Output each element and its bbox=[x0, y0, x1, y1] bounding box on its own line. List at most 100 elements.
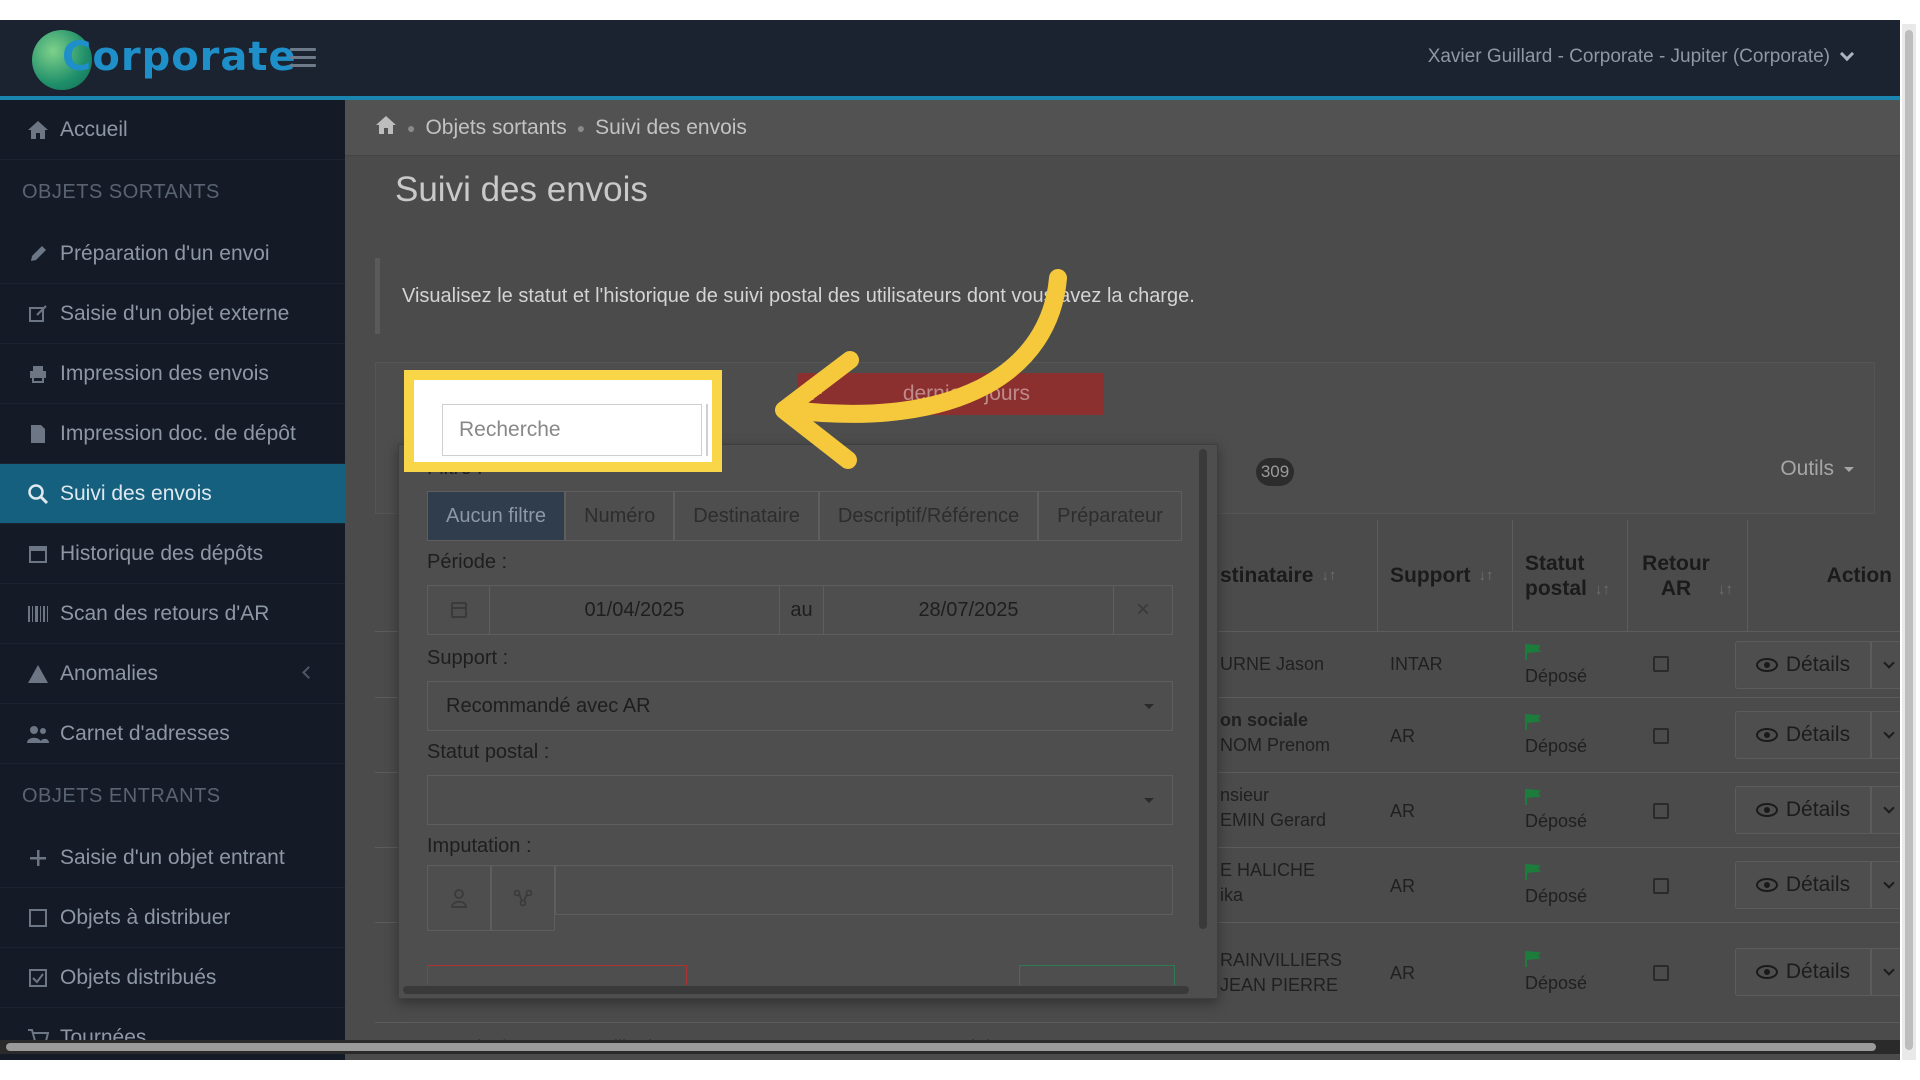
user-picker-button[interactable] bbox=[427, 865, 491, 931]
hierarchy-picker-button[interactable] bbox=[491, 865, 555, 931]
filter-option-recipient[interactable]: Destinataire bbox=[674, 491, 819, 541]
sidebar-item-label: Saisie d'un objet externe bbox=[60, 301, 290, 325]
cell-recipient: E HALICHE bbox=[1220, 860, 1316, 880]
reset-button[interactable] bbox=[427, 965, 687, 985]
chevron-down-icon bbox=[1883, 964, 1895, 976]
clear-dates-icon[interactable]: × bbox=[1114, 586, 1172, 634]
sidebar-item-historique[interactable]: Historique des dépôts bbox=[0, 524, 345, 584]
cell-recipient: RAINVILLIERS bbox=[1220, 950, 1343, 970]
app-logo[interactable]: Corporate bbox=[32, 26, 296, 92]
hamburger-menu-icon[interactable] bbox=[290, 48, 316, 68]
chevron-down-icon bbox=[1839, 46, 1855, 62]
ar-checkbox[interactable] bbox=[1653, 728, 1669, 744]
cell-support: AR bbox=[1390, 963, 1416, 983]
breadcrumb-item-objets-sortants[interactable]: Objets sortants bbox=[425, 116, 566, 140]
search-icon bbox=[26, 483, 50, 505]
recent-days-label: derniers jours bbox=[902, 382, 1031, 405]
sidebar-item-preparation[interactable]: Préparation d'un envoi bbox=[0, 224, 345, 284]
details-button[interactable]: Détails bbox=[1735, 861, 1871, 909]
status-select[interactable] bbox=[427, 775, 1173, 825]
details-button[interactable]: Détails bbox=[1735, 948, 1871, 996]
panel-scrollbar-horizontal[interactable] bbox=[403, 986, 1189, 994]
details-button[interactable]: Détails bbox=[1735, 711, 1871, 759]
sidebar-item-distribues[interactable]: Objets distribués bbox=[0, 948, 345, 1008]
column-header-status[interactable]: Statut postal ↓↑ bbox=[1512, 520, 1627, 632]
users-icon bbox=[26, 723, 50, 745]
imputation-input[interactable] bbox=[555, 865, 1173, 915]
sidebar-item-label: Objets à distribuer bbox=[60, 905, 231, 929]
sort-icon: ↓↑ bbox=[1717, 581, 1733, 598]
scrollbar-thumb[interactable] bbox=[1905, 30, 1913, 1050]
tools-label: Outils bbox=[1780, 457, 1834, 480]
sidebar-item-label: Impression des envois bbox=[60, 361, 269, 385]
sort-icon: ↓↑ bbox=[1594, 581, 1610, 598]
column-header-label: stinataire bbox=[1220, 564, 1314, 588]
breadcrumb-separator: ● bbox=[576, 119, 586, 136]
ar-checkbox[interactable] bbox=[1653, 878, 1669, 894]
details-menu-toggle[interactable] bbox=[1871, 861, 1900, 909]
user-menu[interactable]: Xavier Guillard - Corporate - Jupiter (C… bbox=[1428, 46, 1855, 68]
ar-checkbox[interactable] bbox=[1653, 803, 1669, 819]
scrollbar-thumb[interactable] bbox=[6, 1043, 1876, 1051]
filter-type-segmented: Aucun filtre Numéro Destinataire Descrip… bbox=[427, 491, 1182, 541]
filter-option-description[interactable]: Descriptif/Référence bbox=[818, 491, 1039, 541]
cell-status: Déposé bbox=[1525, 947, 1587, 996]
column-header-label: Support bbox=[1390, 564, 1471, 588]
sidebar-item-a-distribuer[interactable]: Objets à distribuer bbox=[0, 888, 345, 948]
sidebar-item-label: Impression doc. de dépôt bbox=[60, 421, 296, 445]
ar-checkbox[interactable] bbox=[1653, 656, 1669, 672]
warning-icon bbox=[26, 663, 50, 685]
imputation-row bbox=[427, 865, 1173, 931]
filter-option-none[interactable]: Aucun filtre bbox=[427, 491, 566, 541]
cell-status: Déposé bbox=[1525, 710, 1587, 759]
sidebar-item-anomalies[interactable]: Anomalies bbox=[0, 644, 345, 704]
document-icon bbox=[26, 423, 50, 445]
support-select[interactable]: Recommandé avec AR bbox=[427, 681, 1173, 731]
apply-button[interactable] bbox=[1019, 965, 1175, 985]
sidebar-item-impression-depot[interactable]: Impression doc. de dépôt bbox=[0, 404, 345, 464]
sidebar-item-suivi-envois[interactable]: Suivi des envois bbox=[0, 464, 345, 524]
column-header-ar[interactable]: Retour AR ↓↑ bbox=[1627, 520, 1747, 632]
period-range: 01/04/2025 au 28/07/2025 × bbox=[427, 585, 1173, 635]
details-menu-toggle[interactable] bbox=[1871, 948, 1900, 996]
tools-dropdown[interactable]: Outils bbox=[1780, 457, 1854, 481]
user-icon bbox=[451, 889, 467, 908]
sidebar-item-scan-ar[interactable]: Scan des retours d'AR bbox=[0, 584, 345, 644]
details-menu-toggle[interactable] bbox=[1871, 641, 1900, 689]
imputation-label: Imputation : bbox=[427, 835, 532, 857]
filter-dropdown-panel: Filtre : Aucun filtre Numéro Destinatair… bbox=[398, 444, 1218, 999]
search-input[interactable] bbox=[442, 404, 702, 456]
column-header-support[interactable]: Support ↓↑ bbox=[1377, 520, 1512, 632]
filter-option-preparer[interactable]: Préparateur bbox=[1038, 491, 1182, 541]
calendar-button[interactable] bbox=[428, 586, 490, 634]
calendar-icon bbox=[26, 543, 50, 565]
page-scrollbar-vertical[interactable] bbox=[1902, 24, 1916, 1064]
date-to-field[interactable]: 28/07/2025 bbox=[824, 586, 1114, 634]
details-button[interactable]: Détails bbox=[1735, 641, 1871, 689]
sidebar-item-impression-envois[interactable]: Impression des envois bbox=[0, 344, 345, 404]
panel-scrollbar-vertical[interactable] bbox=[1199, 449, 1207, 929]
plus-icon bbox=[26, 847, 50, 869]
frame-bottom bbox=[0, 1060, 1920, 1080]
details-menu-toggle[interactable] bbox=[1871, 786, 1900, 834]
page-scrollbar-horizontal[interactable] bbox=[0, 1040, 1900, 1054]
details-button[interactable]: Détails bbox=[1735, 786, 1871, 834]
sort-icon: ↓↑ bbox=[1321, 567, 1337, 584]
info-callout: Visualisez le statut et l'historique de … bbox=[375, 258, 1875, 334]
chevron-down-icon bbox=[1883, 727, 1895, 739]
sidebar-item-saisie-entrant[interactable]: Saisie d'un objet entrant bbox=[0, 828, 345, 888]
recent-days-button[interactable]: F derniers jours bbox=[798, 373, 1104, 415]
sidebar-section-header: OBJETS ENTRANTS bbox=[22, 784, 221, 807]
column-header-recipient[interactable]: stinataire ↓↑ bbox=[1207, 520, 1377, 632]
sidebar-item-label: Historique des dépôts bbox=[60, 541, 264, 565]
details-menu-toggle[interactable] bbox=[1871, 711, 1900, 759]
sidebar-item-carnet[interactable]: Carnet d'adresses bbox=[0, 704, 345, 764]
sidebar-item-saisie-externe[interactable]: Saisie d'un objet externe bbox=[0, 284, 345, 344]
filter-option-number[interactable]: Numéro bbox=[565, 491, 675, 541]
home-icon[interactable] bbox=[375, 115, 397, 141]
sidebar-item-accueil[interactable]: Accueil bbox=[0, 100, 345, 160]
date-from-field[interactable]: 01/04/2025 bbox=[490, 586, 780, 634]
ar-checkbox[interactable] bbox=[1653, 965, 1669, 981]
details-label: Détails bbox=[1785, 653, 1851, 676]
status-label: Statut postal : bbox=[427, 741, 550, 763]
